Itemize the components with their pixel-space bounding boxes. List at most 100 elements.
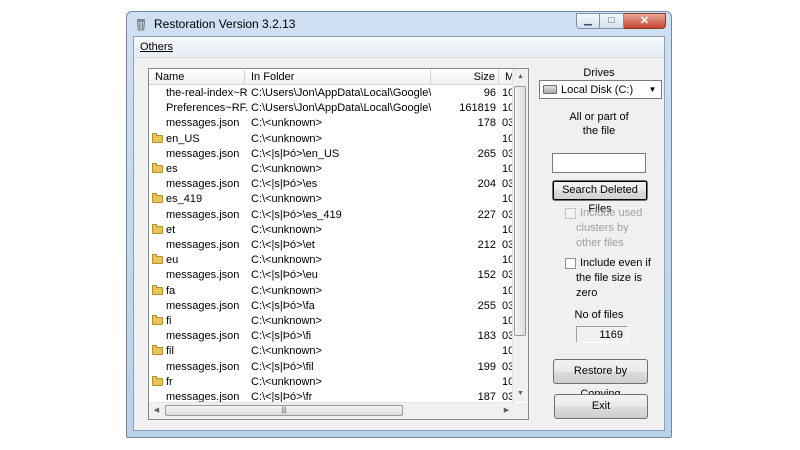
vertical-scrollbar[interactable]: ▲ ▼	[512, 69, 528, 402]
cell-folder: C:\<|s|Þó>\en_US	[251, 147, 340, 160]
cell-name: messages.json	[166, 299, 240, 312]
list-item[interactable]: messages.jsonC:\<|s|Þó>\et21203/	[149, 238, 514, 253]
cell-size: 212	[477, 239, 496, 251]
cell-name: messages.json	[166, 269, 240, 282]
close-button[interactable]: ✕	[624, 13, 666, 29]
cell-folder: C:\<unknown>	[251, 193, 322, 206]
include-used-clusters-checkbox[interactable]	[565, 208, 576, 219]
list-item[interactable]: Preferences~RF... C:\Users\Jon\AppData\Lo…	[149, 101, 514, 116]
list-item[interactable]: messages.jsonC:\<|s|Þó>\es20403/	[149, 177, 514, 192]
list-item[interactable]: messages.jsonC:\<|s|Þó>\fa25503/	[149, 299, 514, 314]
folder-icon	[152, 375, 163, 386]
folder-icon	[152, 163, 163, 173]
list-item[interactable]: messages.jsonC:\<|s|Þó>\en_US26503/	[149, 147, 514, 162]
menu-others[interactable]: Others	[140, 41, 173, 53]
list-item[interactable]: messages.jsonC:\<|s|Þó>\es_41922703/	[149, 208, 514, 223]
list-item[interactable]: filC:\<unknown>10/	[149, 344, 514, 359]
include-used-label-line2: clusters by	[576, 222, 629, 234]
cell-name: fa	[166, 284, 176, 297]
list-item[interactable]: messages.jsonC:\<|s|Þó>\eu15203/	[149, 268, 514, 283]
cell-size: 96	[483, 87, 496, 99]
list-item[interactable]: messages.jsonC:\<unknown>17803/	[149, 116, 514, 131]
scroll-left-icon[interactable]: ◀	[149, 403, 164, 419]
scroll-up-icon[interactable]: ▲	[513, 69, 528, 85]
scroll-down-icon[interactable]: ▼	[513, 386, 528, 402]
exit-label: Exit	[591, 400, 611, 412]
search-deleted-files-button[interactable]: Search Deleted Files	[552, 180, 648, 215]
cell-name: en_US	[166, 132, 200, 145]
cell-name: fi	[166, 315, 172, 327]
cell-folder: C:\<unknown>	[251, 132, 322, 145]
cell-name: fr	[166, 375, 173, 388]
folder-icon	[152, 254, 163, 265]
cell-folder: C:\Users\Jon\AppData\Local\Google\...	[251, 87, 431, 99]
cell-size: 152	[477, 269, 496, 282]
column-header-size[interactable]: Size	[431, 69, 499, 85]
exit-button[interactable]: Exit	[554, 394, 648, 419]
cell-name: messages.json	[166, 147, 240, 160]
column-header-name[interactable]: Name	[149, 69, 245, 85]
folder-icon	[152, 132, 163, 143]
cell-folder: C:\<unknown>	[251, 284, 322, 297]
list-item[interactable]: frC:\<unknown>10/	[149, 375, 514, 390]
cell-folder: C:\<|s|Þó>\es	[251, 178, 318, 191]
maximize-icon: □	[608, 15, 615, 26]
window-title: Restoration Version 3.2.13	[154, 17, 296, 31]
restore-by-copying-button[interactable]: Restore by Copying	[553, 359, 648, 400]
cell-folder: C:\<|s|Þó>\et	[251, 239, 315, 251]
maximize-button[interactable]: □	[600, 13, 624, 29]
horizontal-scrollbar[interactable]: ◀ ||| ▶	[149, 402, 514, 419]
list-item[interactable]: euC:\<unknown>10/	[149, 253, 514, 268]
list-item[interactable]: faC:\<unknown>10/	[149, 284, 514, 299]
chevron-down-icon[interactable]: ▼	[645, 82, 660, 97]
cell-name: et	[166, 223, 176, 236]
restoration-window: Restoration Version 3.2.13 ▁ □ ✕ Others …	[126, 11, 672, 438]
cell-name: es	[166, 163, 178, 175]
include-zero-size-checkbox[interactable]	[565, 258, 576, 269]
vertical-scroll-thumb[interactable]	[514, 86, 526, 336]
cell-size: 265	[477, 147, 496, 160]
list-item[interactable]: etC:\<unknown>10/	[149, 223, 514, 238]
drives-dropdown[interactable]: Local Disk (C:) ▼	[539, 80, 662, 99]
cell-folder: C:\<|s|Þó>\fr	[251, 391, 313, 402]
list-item[interactable]: es_419C:\<unknown>10/	[149, 192, 514, 207]
cell-name: es_419	[166, 193, 203, 206]
cell-folder: C:\<|s|Þó>\fa	[251, 299, 315, 312]
cell-folder: C:\<unknown>	[251, 223, 322, 236]
list-item[interactable]: en_USC:\<unknown>10/	[149, 132, 514, 147]
cell-folder: C:\<unknown>	[251, 315, 322, 327]
list-item[interactable]: fiC:\<unknown>10/	[149, 314, 514, 329]
include-used-label-line1: Include used	[580, 207, 643, 219]
cell-size: 187	[477, 391, 496, 402]
cell-folder: C:\<unknown>	[251, 345, 322, 358]
folder-icon	[152, 315, 163, 325]
cell-name: messages.json	[166, 391, 240, 402]
column-header-folder[interactable]: In Folder	[245, 69, 431, 85]
recycle-bin-icon	[137, 19, 145, 31]
cell-folder: C:\<|s|Þó>\fi	[251, 330, 312, 343]
number-of-files-value: 1169	[576, 326, 628, 343]
minimize-icon: ▁	[584, 15, 592, 26]
cell-name: messages.json	[166, 208, 240, 221]
list-item[interactable]: the-real-index~R... C:\Users\Jon\AppData\…	[149, 86, 514, 101]
list-item[interactable]: esC:\<unknown>10/	[149, 162, 514, 177]
title-bar[interactable]: Restoration Version 3.2.13 ▁ □ ✕	[127, 12, 671, 36]
file-name-input[interactable]	[552, 153, 646, 173]
cell-name: eu	[166, 254, 179, 267]
number-of-files-label: No of files	[574, 309, 624, 321]
list-item[interactable]: messages.jsonC:\<|s|Þó>\fi18303/	[149, 329, 514, 344]
horizontal-scroll-thumb[interactable]: |||	[165, 405, 403, 416]
scroll-right-icon[interactable]: ▶	[499, 403, 514, 419]
list-item[interactable]: messages.jsonC:\<|s|Þó>\fr18703/	[149, 390, 514, 402]
cell-folder: C:\<|s|Þó>\es_419	[251, 208, 342, 221]
file-list[interactable]: Name In Folder Size Moc the-real-index~R…	[148, 68, 529, 420]
cell-size: 178	[477, 117, 496, 130]
include-zero-label-line1: Include even if	[580, 257, 651, 269]
cell-name: messages.json	[166, 330, 240, 343]
cell-name: messages.json	[166, 117, 240, 130]
list-item[interactable]: messages.jsonC:\<|s|Þó>\fil19903/	[149, 360, 514, 375]
cell-folder: C:\<unknown>	[251, 375, 322, 388]
cell-name: messages.json	[166, 239, 240, 251]
minimize-button[interactable]: ▁	[576, 13, 600, 29]
file-label-line1: All or part of	[569, 111, 629, 123]
